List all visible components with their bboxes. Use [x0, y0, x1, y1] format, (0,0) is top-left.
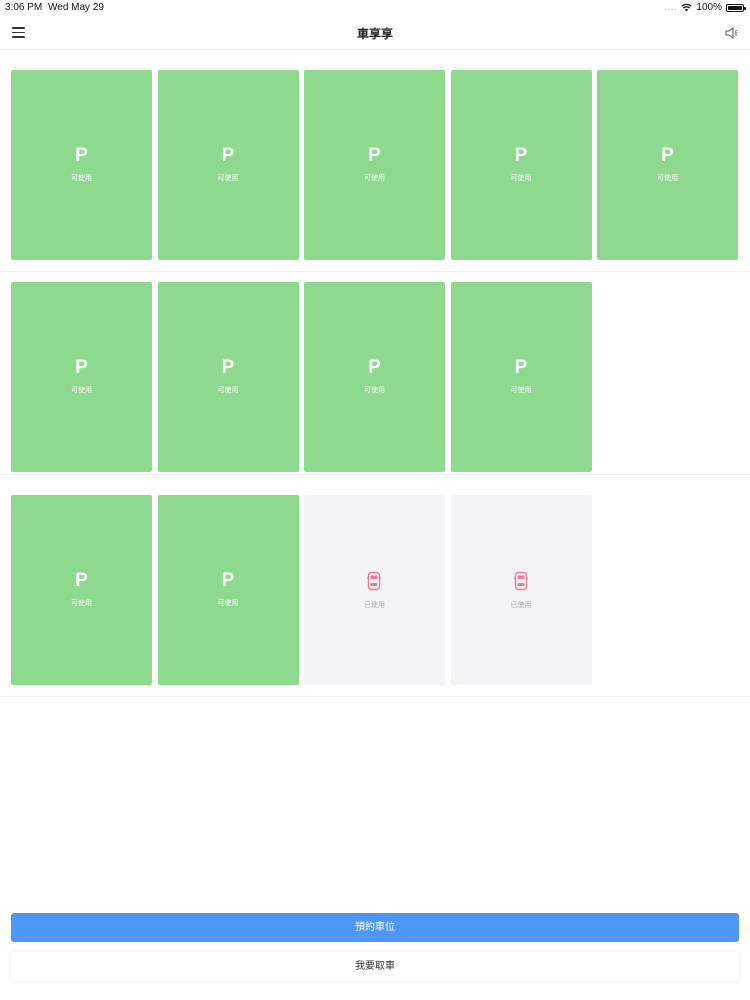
slot-status-label: 可使用 [657, 174, 678, 182]
car-icon [513, 571, 529, 591]
slot-status-label: 已使用 [364, 601, 385, 609]
parking-p-icon: P [368, 357, 381, 378]
status-bar: 3:06 PM Wed May 29 .... 100% [0, 0, 750, 16]
parking-slot-available[interactable]: P 可使用 [450, 70, 592, 260]
parking-slot-available[interactable]: P 可使用 [304, 70, 445, 260]
parking-row: P 可使用 P 可使用 P 可使用 P 可使用 P 可使用 [0, 50, 750, 272]
parking-slot-available[interactable]: P 可使用 [11, 282, 152, 472]
reserve-button[interactable]: 預約車位 [11, 913, 739, 942]
slot-status-label: 可使用 [71, 599, 92, 607]
parking-p-icon: P [75, 357, 88, 378]
parking-p-icon: P [75, 570, 88, 591]
parking-p-icon: P [661, 145, 674, 166]
parking-p-icon: P [514, 145, 528, 166]
battery-percent: 100% [696, 2, 722, 13]
status-date: Wed May 29 [48, 2, 104, 13]
parking-slot-available[interactable]: P 可使用 [11, 70, 152, 260]
parking-slot-available[interactable]: P 可使用 [157, 70, 299, 260]
parking-slot-available[interactable]: P 可使用 [597, 70, 738, 260]
parking-p-icon: P [221, 570, 235, 591]
slot-status-label: 可使用 [71, 386, 92, 394]
slot-status-label: 可使用 [217, 599, 239, 607]
parking-slot-occupied[interactable]: 已使用 [304, 495, 445, 685]
signal-dots: .... [664, 3, 678, 12]
slot-status-label: 已使用 [510, 601, 532, 609]
status-time: 3:06 PM [5, 2, 43, 13]
slot-status-label: 可使用 [364, 386, 385, 394]
wifi-icon [681, 3, 693, 12]
parking-slot-available[interactable]: P 可使用 [157, 282, 299, 472]
parking-slot-available[interactable]: P 可使用 [450, 282, 592, 472]
battery-icon [726, 3, 746, 12]
slot-status-label: 可使用 [364, 174, 385, 182]
parking-slot-available[interactable]: P 可使用 [304, 282, 445, 472]
speaker-icon[interactable] [724, 25, 740, 41]
parking-p-icon: P [368, 145, 381, 166]
slot-status-label: 可使用 [71, 174, 92, 182]
slot-status-label: 可使用 [510, 174, 532, 182]
slot-status-label: 可使用 [217, 174, 239, 182]
parking-p-icon: P [221, 145, 235, 166]
parking-row: P 可使用 P 可使用 P 可使用 P 可使用 [0, 262, 750, 475]
parking-p-icon: P [514, 357, 528, 378]
parking-slot-available[interactable]: P 可使用 [11, 495, 152, 685]
parking-row: P 可使用 P 可使用 已使用 已使用 [0, 475, 750, 697]
pickup-button[interactable]: 我要取車 [11, 952, 739, 981]
car-icon [366, 571, 382, 591]
parking-slot-occupied[interactable]: 已使用 [450, 495, 592, 685]
slot-status-label: 可使用 [510, 386, 532, 394]
parking-slot-available[interactable]: P 可使用 [157, 495, 299, 685]
slot-status-label: 可使用 [217, 386, 239, 394]
parking-p-icon: P [221, 357, 235, 378]
nav-bar: 車享享 [0, 16, 750, 50]
status-right: .... 100% [664, 2, 746, 13]
parking-p-icon: P [75, 145, 88, 166]
page-title: 車享享 [356, 27, 393, 41]
